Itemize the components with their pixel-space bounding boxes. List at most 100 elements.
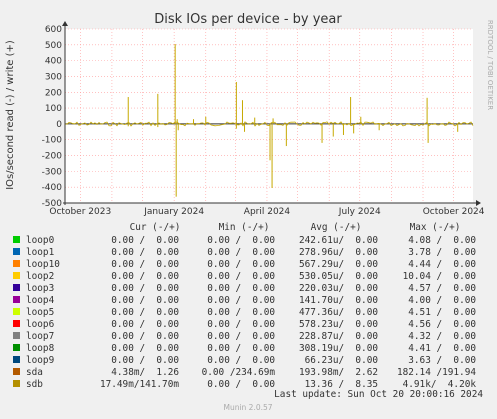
legend-cur: 0.00 / 0.00: [111, 355, 179, 366]
y-tick-label: 400: [45, 57, 62, 67]
legend-min: 0.00 / 0.00: [207, 271, 275, 282]
y-tick-label: -400: [42, 183, 63, 193]
legend-min: 0.00 / 0.00: [207, 307, 275, 318]
legend-name: loop1: [26, 247, 55, 258]
legend-header: Max (-/+): [410, 222, 461, 233]
legend-max: 4.08 / 0.00: [408, 235, 476, 246]
disk-io-chart: Disk IOs per device - by year IOs/second…: [0, 0, 497, 419]
legend-swatch: [13, 344, 20, 351]
legend-name: loop9: [26, 355, 55, 366]
legend-max: 4.32 / 0.00: [408, 331, 476, 342]
legend-cur: 0.00 / 0.00: [111, 283, 179, 294]
legend-name: loop7: [26, 331, 54, 342]
y-tick-label: -300: [42, 167, 63, 177]
x-tick-label: October 2023: [49, 207, 111, 217]
legend-cur: 0.00 / 0.00: [111, 319, 179, 330]
legend-cur: 0.00 / 0.00: [111, 331, 179, 342]
legend-min: 0.00 / 0.00: [207, 247, 275, 258]
legend-header: Cur (-/+): [130, 222, 181, 233]
legend-header: Avg (-/+): [311, 222, 362, 233]
legend-cur: 0.00 / 0.00: [111, 235, 179, 246]
y-tick-label: 500: [45, 41, 62, 51]
legend-avg: 477.36u/ 0.00: [299, 307, 378, 318]
legend-name: loop2: [26, 271, 54, 282]
legend-swatch: [13, 380, 20, 387]
legend-max: 3.78 / 0.00: [408, 247, 476, 258]
legend-swatch: [13, 260, 20, 267]
rrdtool-credit: RRDTOOL / TOBI OETIKER: [486, 20, 494, 110]
legend-swatch: [13, 332, 20, 339]
legend-min: 0.00 / 0.00: [207, 343, 275, 354]
y-tick-label: -100: [42, 136, 63, 146]
y-tick-label: -200: [42, 152, 63, 162]
legend-max: 4.41 / 0.00: [408, 343, 476, 354]
munin-version: Munin 2.0.57: [223, 403, 272, 412]
legend-swatch: [13, 272, 20, 279]
legend-avg: 220.03u/ 0.00: [299, 283, 378, 294]
x-tick-label: January 2024: [143, 207, 204, 217]
y-axis-label: IOs/second read (-) / write (+): [5, 40, 16, 190]
legend-cur: 0.00 / 0.00: [111, 343, 179, 354]
legend-swatch: [13, 236, 20, 243]
x-tick-label: July 2024: [338, 207, 381, 217]
legend-min: 0.00 / 0.00: [207, 235, 275, 246]
legend-cur: 0.00 / 0.00: [111, 295, 179, 306]
legend-cur: 17.49m/141.70m: [100, 379, 179, 390]
chart-title: Disk IOs per device - by year: [154, 12, 342, 27]
y-tick-label: 600: [45, 25, 62, 35]
legend-name: loop6: [26, 319, 55, 330]
legend-max: 4.56 / 0.00: [408, 319, 476, 330]
legend-max: 182.14 /191.94: [397, 367, 476, 378]
legend-name: loop0: [26, 235, 55, 246]
legend-name: loop3: [26, 283, 54, 294]
y-tick-label: 0: [56, 120, 62, 130]
x-tick-label: October 2024: [423, 207, 485, 217]
legend-name: loop8: [26, 343, 55, 354]
legend-max: 4.51 / 0.00: [408, 307, 476, 318]
legend-cur: 0.00 / 0.00: [111, 307, 179, 318]
legend-avg: 530.05u/ 0.00: [299, 271, 378, 282]
y-tick-label: 300: [45, 72, 62, 82]
legend-name: loop5: [26, 307, 54, 318]
legend-swatch: [13, 320, 20, 327]
legend-min: 0.00 / 0.00: [207, 331, 275, 342]
legend-name: sdb: [26, 379, 43, 390]
legend-min: 0.00 / 0.00: [207, 319, 275, 330]
legend-avg: 193.98m/ 2.62: [299, 367, 378, 378]
legend-max: 10.04 / 0.00: [403, 271, 477, 282]
legend-max: 3.63 / 0.00: [408, 355, 476, 366]
legend-avg: 567.29u/ 0.00: [299, 259, 378, 270]
legend-swatch: [13, 284, 20, 291]
legend-name: loop10: [26, 259, 60, 270]
legend-min: 0.00 / 0.00: [207, 283, 275, 294]
legend-cur: 0.00 / 0.00: [111, 271, 179, 282]
legend-swatch: [13, 296, 20, 303]
legend-min: 0.00 / 0.00: [207, 379, 275, 390]
legend-cur: 0.00 / 0.00: [111, 247, 179, 258]
legend-avg: 242.61u/ 0.00: [299, 235, 378, 246]
legend-cur: 0.00 / 0.00: [111, 259, 179, 270]
legend-swatch: [13, 356, 20, 363]
legend-avg: 141.70u/ 0.00: [299, 295, 378, 306]
legend-avg: 308.19u/ 0.00: [299, 343, 378, 354]
legend-cur: 4.38m/ 1.26: [111, 367, 179, 378]
legend-max: 4.44 / 0.00: [408, 259, 476, 270]
legend-min: 0.00 / 0.00: [207, 259, 275, 270]
y-tick-label: 100: [45, 104, 62, 114]
x-tick-label: April 2024: [244, 207, 291, 217]
y-tick-label: 200: [45, 88, 62, 98]
legend-min: 0.00 /234.69m: [202, 367, 276, 378]
legend-header: Min (-/+): [219, 222, 270, 233]
legend-min: 0.00 / 0.00: [207, 295, 275, 306]
legend-swatch: [13, 308, 20, 315]
last-update: Last update: Sun Oct 20 20:00:16 2024: [274, 389, 483, 400]
legend-avg: 66.23u/ 0.00: [305, 355, 379, 366]
legend-name: loop4: [26, 295, 55, 306]
plot-area: [65, 29, 473, 203]
legend-avg: 578.23u/ 0.00: [299, 319, 378, 330]
legend-swatch: [13, 368, 20, 375]
legend-min: 0.00 / 0.00: [207, 355, 275, 366]
legend-max: 4.00 / 0.00: [408, 295, 476, 306]
legend-avg: 278.96u/ 0.00: [299, 247, 378, 258]
legend-swatch: [13, 248, 20, 255]
